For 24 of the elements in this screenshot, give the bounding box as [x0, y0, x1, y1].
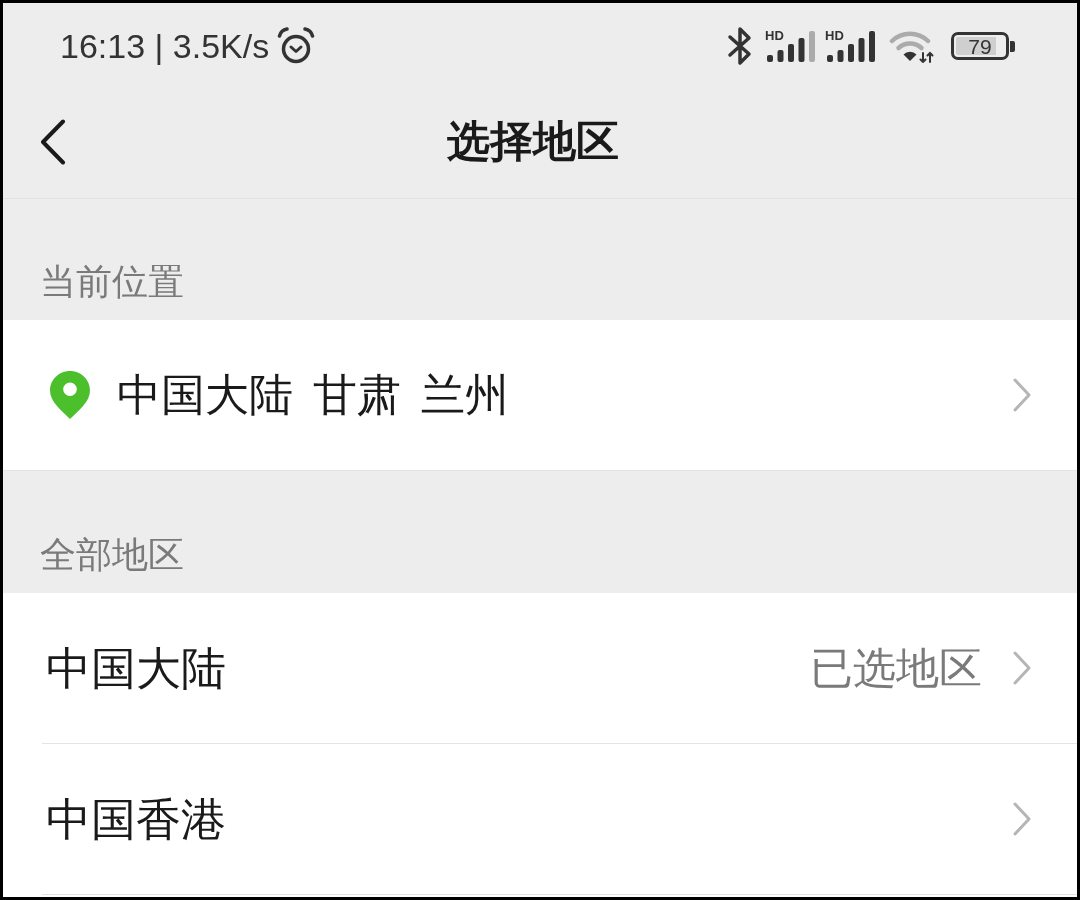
battery-terminal-icon — [1010, 40, 1015, 52]
region-status: 已选地区 — [810, 646, 982, 690]
wifi-icon — [889, 29, 935, 63]
alarm-clock-icon — [277, 27, 316, 65]
location-text: 中国大陆 甘肃 兰州 — [117, 373, 511, 417]
section-header: 全部地区 — [40, 537, 184, 573]
hd-label: HD — [765, 28, 784, 42]
signal-bars-icon — [827, 30, 875, 62]
chevron-right-icon — [1012, 801, 1032, 837]
section-header: 当前位置 — [40, 264, 184, 300]
region-name: 中国香港 — [46, 796, 227, 842]
bluetooth-icon — [727, 26, 753, 66]
battery-percent: 79 — [951, 32, 1009, 60]
chevron-right-icon — [1012, 377, 1032, 413]
location-pin-icon — [50, 371, 90, 419]
hd-label: HD — [825, 28, 844, 42]
chevron-right-icon — [1012, 650, 1032, 686]
back-button[interactable] — [40, 118, 66, 165]
current-location-row[interactable]: 中国大陆 甘肃 兰州 — [3, 320, 1077, 471]
page-title: 选择地区 — [447, 120, 619, 163]
region-name: 中国大陆 — [46, 645, 227, 691]
back-icon — [40, 118, 66, 165]
signal-bars-icon — [767, 30, 815, 62]
status-time: 16:13 | 3.5K/s — [60, 29, 270, 63]
